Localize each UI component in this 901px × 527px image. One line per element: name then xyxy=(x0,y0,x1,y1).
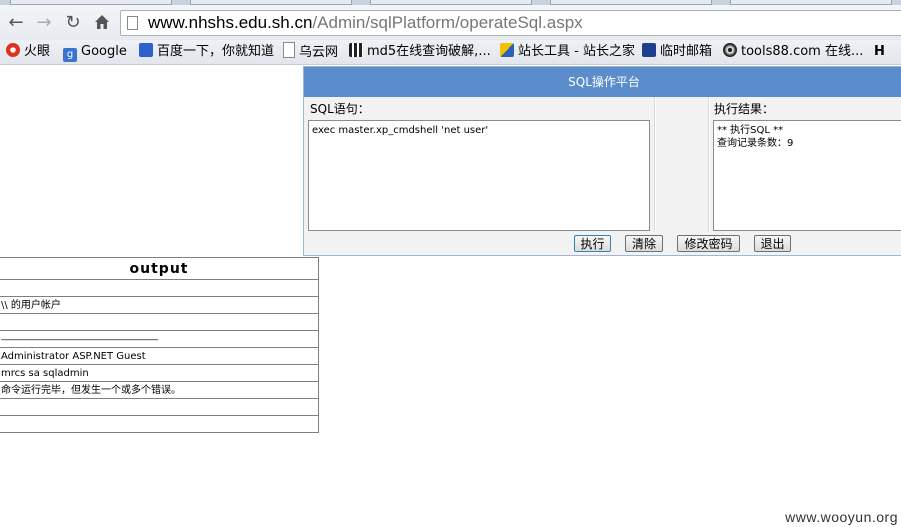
change-password-button[interactable]: 修改密码 xyxy=(677,235,740,252)
url-text: www.nhshs.edu.sh.cn/Admin/sqlPlatform/op… xyxy=(148,13,583,33)
bookmark-item[interactable]: md5在线查询破解,... xyxy=(349,42,491,62)
clear-button[interactable]: 清除 xyxy=(625,235,663,252)
url-host: www.nhshs.edu.sh.cn xyxy=(148,13,313,32)
column-divider xyxy=(708,97,710,232)
column-divider xyxy=(654,97,656,232)
logout-button[interactable]: 退出 xyxy=(754,235,791,252)
execute-button[interactable]: 执行 xyxy=(574,235,611,252)
bookmark-label: 火眼 xyxy=(24,44,51,59)
table-cell: mrcs sa sqladmin xyxy=(0,364,319,382)
radiation-icon xyxy=(723,43,737,57)
page-icon xyxy=(127,16,138,30)
bookmark-label: 乌云网 xyxy=(299,45,339,60)
forward-arrow-icon[interactable]: → xyxy=(34,13,54,33)
bookmark-label: tools88.com 在线... xyxy=(741,44,864,59)
url-path: /Admin/sqlPlatform/operateSql.aspx xyxy=(312,13,583,32)
output-table: output \\ 的用户帐户 ------------------------… xyxy=(0,257,319,433)
table-cell: 命令运行完毕，但发生一个或多个错误。 xyxy=(0,381,319,399)
table-cell: Administrator ASP.NET Guest xyxy=(0,347,319,365)
table-row: mrcs sa sqladmin xyxy=(0,364,319,382)
home-icon[interactable] xyxy=(92,13,112,33)
fire-eye-icon xyxy=(6,43,20,57)
bookmark-label: md5在线查询破解,... xyxy=(367,44,491,59)
bookmark-item[interactable]: 火眼 xyxy=(6,42,50,62)
result-label: 执行结果： xyxy=(714,102,775,116)
sql-panel: SQL操作平台 SQL语句： exec master.xp_cmdshell '… xyxy=(303,66,901,256)
table-row: \\ 的用户帐户 xyxy=(0,296,319,314)
bookmark-item[interactable]: tools88.com 在线... xyxy=(723,42,863,62)
table-row xyxy=(0,313,319,331)
bookmark-item[interactable]: 站长工具 - 站长之家 xyxy=(500,42,635,62)
table-row: Administrator ASP.NET Guest xyxy=(0,347,319,365)
bookmark-label: 临时邮箱 xyxy=(660,44,713,59)
mailbox-icon xyxy=(642,43,656,57)
bookmark-item[interactable]: 百度一下，你就知道 xyxy=(139,42,274,62)
panel-title: SQL操作平台 xyxy=(304,67,901,97)
sql-input[interactable]: exec master.xp_cmdshell 'net user' xyxy=(308,120,650,231)
output-header: output xyxy=(0,257,319,280)
grid-icon xyxy=(349,43,363,57)
sql-label: SQL语句： xyxy=(310,102,370,116)
bookmark-label: 站长工具 - 站长之家 xyxy=(518,44,635,59)
table-row: ----------------------------------------… xyxy=(0,330,319,348)
watermark: www.wooyun.org xyxy=(785,509,898,525)
table-cell: \\ 的用户帐户 xyxy=(0,296,319,314)
bookmark-label: H xyxy=(874,44,885,59)
bookmark-item[interactable]: H xyxy=(874,42,885,62)
address-toolbar: ← → ↻ www.nhshs.edu.sh.cn/Admin/sqlPlatf… xyxy=(0,5,901,40)
bookmarks-bar: 火眼 g Google 百度一下，你就知道 乌云网 md5在线查询破解,... 站… xyxy=(0,40,901,65)
result-output[interactable]: ** 执行SQL ** 查询记录条数：9 xyxy=(713,120,901,231)
reload-icon[interactable]: ↻ xyxy=(63,13,83,33)
page-icon xyxy=(283,42,295,58)
table-row xyxy=(0,415,319,433)
url-input[interactable]: www.nhshs.edu.sh.cn/Admin/sqlPlatform/op… xyxy=(120,10,901,36)
table-row: 命令运行完毕，但发生一个或多个错误。 xyxy=(0,381,319,399)
table-cell xyxy=(0,415,319,433)
back-arrow-icon[interactable]: ← xyxy=(6,13,26,33)
bookmark-label: 百度一下，你就知道 xyxy=(157,44,275,59)
table-row xyxy=(0,279,319,297)
chinaz-icon xyxy=(500,43,514,57)
table-cell xyxy=(0,279,319,297)
bookmark-label: Google xyxy=(81,44,127,59)
table-cell: ----------------------------------------… xyxy=(0,330,319,348)
bookmark-item[interactable]: 临时邮箱 xyxy=(642,42,712,62)
bookmark-item[interactable]: g Google xyxy=(63,42,127,62)
google-icon: g xyxy=(63,48,77,62)
bookmark-item[interactable]: 乌云网 xyxy=(283,42,338,62)
baidu-paw-icon xyxy=(139,43,153,57)
table-cell xyxy=(0,313,319,331)
table-cell xyxy=(0,398,319,416)
table-row xyxy=(0,398,319,416)
